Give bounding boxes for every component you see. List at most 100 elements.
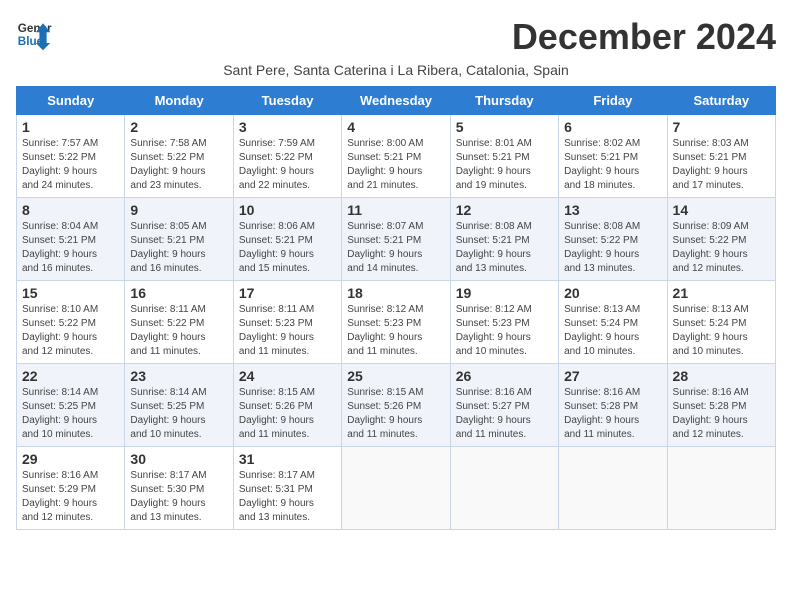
daylight-minutes: and 15 minutes. (239, 263, 310, 274)
day-info: Sunrise: 8:12 AM Sunset: 5:23 PM Dayligh… (347, 303, 444, 359)
page-header: General Blue December 2024 (16, 16, 776, 58)
daylight-label: Daylight: 9 hours (239, 498, 314, 509)
calendar-day-cell: 1 Sunrise: 7:57 AM Sunset: 5:22 PM Dayli… (17, 115, 125, 198)
sunset-label: Sunset: 5:24 PM (673, 318, 747, 329)
sunset-label: Sunset: 5:28 PM (564, 401, 638, 412)
daylight-label: Daylight: 9 hours (347, 415, 422, 426)
sunset-label: Sunset: 5:30 PM (130, 484, 204, 495)
calendar-day-cell: 3 Sunrise: 7:59 AM Sunset: 5:22 PM Dayli… (233, 115, 341, 198)
calendar-day-cell: 20 Sunrise: 8:13 AM Sunset: 5:24 PM Dayl… (559, 281, 667, 364)
calendar-day-cell: 21 Sunrise: 8:13 AM Sunset: 5:24 PM Dayl… (667, 281, 775, 364)
sunrise-label: Sunrise: 8:08 AM (456, 221, 532, 232)
calendar-day-cell: 29 Sunrise: 8:16 AM Sunset: 5:29 PM Dayl… (17, 447, 125, 530)
daylight-label: Daylight: 9 hours (239, 332, 314, 343)
daylight-label: Daylight: 9 hours (239, 415, 314, 426)
day-number: 28 (673, 368, 770, 384)
sunset-label: Sunset: 5:22 PM (564, 235, 638, 246)
sunrise-label: Sunrise: 8:12 AM (456, 304, 532, 315)
day-info: Sunrise: 8:08 AM Sunset: 5:22 PM Dayligh… (564, 220, 661, 276)
calendar-day-cell: 27 Sunrise: 8:16 AM Sunset: 5:28 PM Dayl… (559, 364, 667, 447)
calendar-day-cell: 2 Sunrise: 7:58 AM Sunset: 5:22 PM Dayli… (125, 115, 233, 198)
daylight-label: Daylight: 9 hours (130, 332, 205, 343)
daylight-label: Daylight: 9 hours (347, 249, 422, 260)
sunset-label: Sunset: 5:27 PM (456, 401, 530, 412)
sunrise-label: Sunrise: 8:16 AM (673, 387, 749, 398)
sunset-label: Sunset: 5:21 PM (130, 235, 204, 246)
day-number: 9 (130, 202, 227, 218)
day-info: Sunrise: 8:09 AM Sunset: 5:22 PM Dayligh… (673, 220, 770, 276)
sunrise-label: Sunrise: 8:08 AM (564, 221, 640, 232)
day-info: Sunrise: 8:01 AM Sunset: 5:21 PM Dayligh… (456, 137, 553, 193)
daylight-label: Daylight: 9 hours (673, 166, 748, 177)
day-number: 23 (130, 368, 227, 384)
sunrise-label: Sunrise: 8:11 AM (239, 304, 314, 315)
day-number: 6 (564, 119, 661, 135)
location-title: Sant Pere, Santa Caterina i La Ribera, C… (16, 62, 776, 78)
calendar-day-cell: 28 Sunrise: 8:16 AM Sunset: 5:28 PM Dayl… (667, 364, 775, 447)
calendar-day-cell: 7 Sunrise: 8:03 AM Sunset: 5:21 PM Dayli… (667, 115, 775, 198)
sunset-label: Sunset: 5:26 PM (347, 401, 421, 412)
calendar-day-cell: 11 Sunrise: 8:07 AM Sunset: 5:21 PM Dayl… (342, 198, 450, 281)
sunset-label: Sunset: 5:23 PM (239, 318, 313, 329)
daylight-minutes: and 21 minutes. (347, 180, 418, 191)
day-number: 17 (239, 285, 336, 301)
day-info: Sunrise: 8:16 AM Sunset: 5:29 PM Dayligh… (22, 469, 119, 525)
sunrise-label: Sunrise: 8:00 AM (347, 138, 423, 149)
sunrise-label: Sunrise: 8:06 AM (239, 221, 315, 232)
day-info: Sunrise: 8:15 AM Sunset: 5:26 PM Dayligh… (239, 386, 336, 442)
day-info: Sunrise: 8:07 AM Sunset: 5:21 PM Dayligh… (347, 220, 444, 276)
calendar-week-row: 1 Sunrise: 7:57 AM Sunset: 5:22 PM Dayli… (17, 115, 776, 198)
sunrise-label: Sunrise: 8:09 AM (673, 221, 749, 232)
day-number: 16 (130, 285, 227, 301)
daylight-minutes: and 10 minutes. (130, 429, 201, 440)
daylight-minutes: and 23 minutes. (130, 180, 201, 191)
daylight-minutes: and 11 minutes. (564, 429, 634, 440)
calendar-day-cell: 6 Sunrise: 8:02 AM Sunset: 5:21 PM Dayli… (559, 115, 667, 198)
daylight-minutes: and 11 minutes. (130, 346, 200, 357)
daylight-minutes: and 12 minutes. (22, 512, 93, 523)
daylight-label: Daylight: 9 hours (239, 249, 314, 260)
calendar-day-cell: 14 Sunrise: 8:09 AM Sunset: 5:22 PM Dayl… (667, 198, 775, 281)
daylight-label: Daylight: 9 hours (564, 249, 639, 260)
day-info: Sunrise: 8:11 AM Sunset: 5:22 PM Dayligh… (130, 303, 227, 359)
sunset-label: Sunset: 5:21 PM (564, 152, 638, 163)
daylight-minutes: and 12 minutes. (673, 429, 744, 440)
day-number: 15 (22, 285, 119, 301)
sunset-label: Sunset: 5:22 PM (22, 318, 96, 329)
daylight-minutes: and 22 minutes. (239, 180, 310, 191)
daylight-label: Daylight: 9 hours (564, 166, 639, 177)
sunrise-label: Sunrise: 8:17 AM (130, 470, 206, 481)
day-info: Sunrise: 8:04 AM Sunset: 5:21 PM Dayligh… (22, 220, 119, 276)
calendar-week-row: 29 Sunrise: 8:16 AM Sunset: 5:29 PM Dayl… (17, 447, 776, 530)
calendar-day-cell (342, 447, 450, 530)
daylight-label: Daylight: 9 hours (22, 415, 97, 426)
day-info: Sunrise: 8:10 AM Sunset: 5:22 PM Dayligh… (22, 303, 119, 359)
calendar-day-cell: 10 Sunrise: 8:06 AM Sunset: 5:21 PM Dayl… (233, 198, 341, 281)
sunrise-label: Sunrise: 8:11 AM (130, 304, 205, 315)
day-number: 14 (673, 202, 770, 218)
sunrise-label: Sunrise: 8:03 AM (673, 138, 749, 149)
calendar-day-cell: 19 Sunrise: 8:12 AM Sunset: 5:23 PM Dayl… (450, 281, 558, 364)
day-info: Sunrise: 8:11 AM Sunset: 5:23 PM Dayligh… (239, 303, 336, 359)
sunrise-label: Sunrise: 8:16 AM (456, 387, 532, 398)
day-number: 8 (22, 202, 119, 218)
calendar-header-row: SundayMondayTuesdayWednesdayThursdayFrid… (17, 87, 776, 115)
daylight-label: Daylight: 9 hours (456, 166, 531, 177)
sunrise-label: Sunrise: 8:16 AM (564, 387, 640, 398)
day-number: 30 (130, 451, 227, 467)
daylight-label: Daylight: 9 hours (130, 166, 205, 177)
sunset-label: Sunset: 5:25 PM (22, 401, 96, 412)
calendar-day-cell: 31 Sunrise: 8:17 AM Sunset: 5:31 PM Dayl… (233, 447, 341, 530)
sunrise-label: Sunrise: 8:12 AM (347, 304, 423, 315)
daylight-minutes: and 10 minutes. (456, 346, 527, 357)
calendar-table: SundayMondayTuesdayWednesdayThursdayFrid… (16, 86, 776, 530)
day-info: Sunrise: 8:16 AM Sunset: 5:28 PM Dayligh… (564, 386, 661, 442)
day-number: 21 (673, 285, 770, 301)
sunset-label: Sunset: 5:24 PM (564, 318, 638, 329)
sunrise-label: Sunrise: 8:14 AM (22, 387, 98, 398)
calendar-header-cell: Wednesday (342, 87, 450, 115)
daylight-label: Daylight: 9 hours (239, 166, 314, 177)
day-info: Sunrise: 8:13 AM Sunset: 5:24 PM Dayligh… (673, 303, 770, 359)
day-info: Sunrise: 8:14 AM Sunset: 5:25 PM Dayligh… (22, 386, 119, 442)
day-info: Sunrise: 7:58 AM Sunset: 5:22 PM Dayligh… (130, 137, 227, 193)
